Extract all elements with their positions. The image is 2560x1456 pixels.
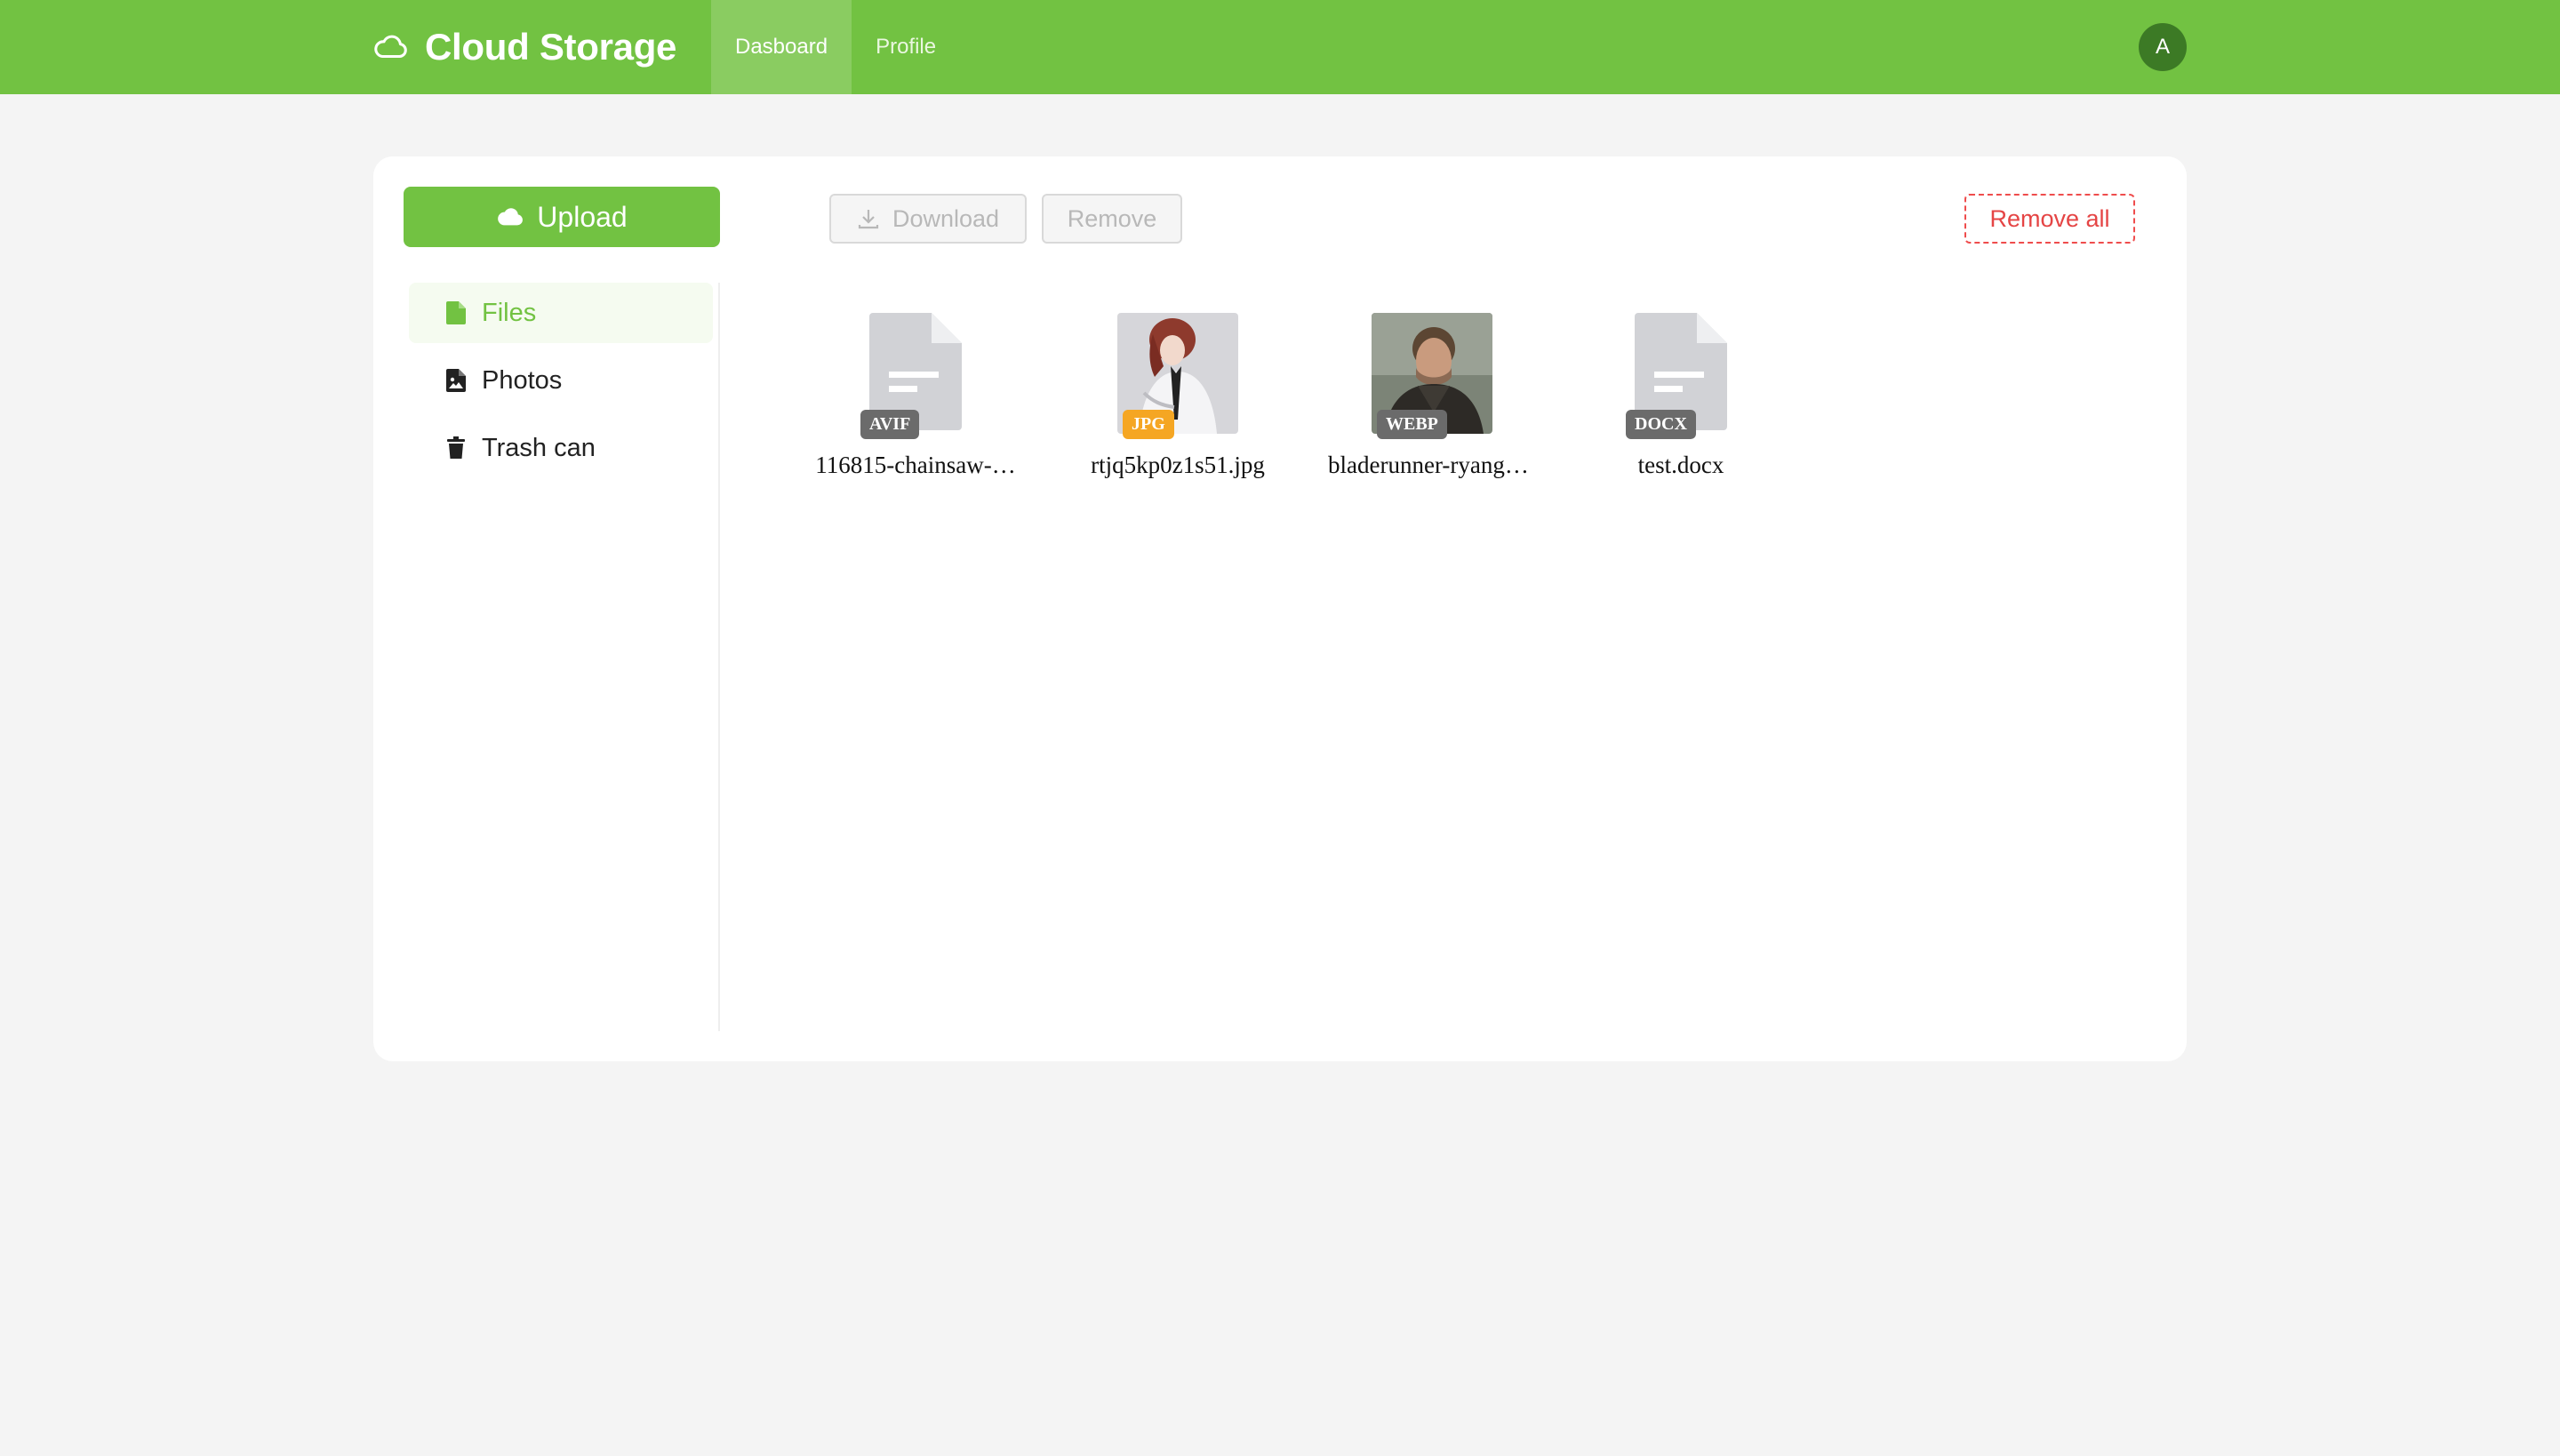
- remove-button[interactable]: Remove: [1042, 194, 1182, 244]
- file-thumbnail: DOCX: [1620, 313, 1741, 439]
- file-type-badge: WEBP: [1377, 410, 1447, 439]
- file-name: rtjq5kp0z1s51.jpg: [1091, 452, 1265, 478]
- file-item[interactable]: AVIF 116815-chainsaw-…: [804, 313, 1027, 479]
- file-thumbnail: JPG: [1117, 313, 1238, 439]
- file-icon: [446, 301, 466, 324]
- download-icon: [858, 210, 879, 229]
- top-header: Cloud Storage Dasboard Profile A: [0, 0, 2560, 94]
- file-type-badge: DOCX: [1626, 410, 1696, 439]
- sidebar-item-label: Photos: [482, 365, 563, 395]
- file-item[interactable]: DOCX test.docx: [1570, 313, 1792, 479]
- remove-all-button[interactable]: Remove all: [1964, 194, 2135, 244]
- brand[interactable]: Cloud Storage: [372, 0, 676, 94]
- file-thumbnail: WEBP: [1372, 313, 1492, 439]
- download-label: Download: [892, 204, 1000, 232]
- main-panel: Upload Files Photos Trash can Download R…: [373, 156, 2187, 1061]
- file-item[interactable]: WEBP bladerunner-ryango…: [1321, 313, 1543, 479]
- upload-button[interactable]: Upload: [404, 187, 720, 247]
- file-item[interactable]: JPG rtjq5kp0z1s51.jpg: [1067, 313, 1289, 479]
- file-type-badge: AVIF: [860, 410, 920, 439]
- sidebar-item-trash[interactable]: Trash can: [409, 418, 713, 478]
- file-name: test.docx: [1637, 452, 1724, 478]
- download-button[interactable]: Download: [829, 194, 1027, 244]
- nav-profile[interactable]: Profile: [852, 0, 960, 94]
- sidebar: Files Photos Trash can: [409, 283, 713, 485]
- sidebar-item-label: Files: [482, 298, 537, 327]
- sidebar-divider: [718, 283, 720, 1031]
- top-nav: Dasboard Profile: [711, 0, 960, 94]
- cloud-icon: [374, 35, 407, 59]
- sidebar-item-photos[interactable]: Photos: [409, 350, 713, 411]
- nav-dashboard[interactable]: Dasboard: [711, 0, 852, 94]
- image-file-icon: [446, 369, 466, 392]
- file-name: bladerunner-ryango…: [1328, 452, 1541, 478]
- trash-icon: [447, 436, 465, 459]
- file-name: 116815-chainsaw-…: [815, 452, 1016, 478]
- sidebar-item-files[interactable]: Files: [409, 283, 713, 343]
- upload-label: Upload: [537, 200, 628, 233]
- cloud-upload-icon: [498, 208, 524, 226]
- brand-title: Cloud Storage: [425, 26, 677, 68]
- avatar[interactable]: A: [2139, 23, 2187, 71]
- file-type-badge: JPG: [1123, 410, 1174, 439]
- file-thumbnail: AVIF: [855, 313, 976, 439]
- sidebar-item-label: Trash can: [482, 433, 596, 462]
